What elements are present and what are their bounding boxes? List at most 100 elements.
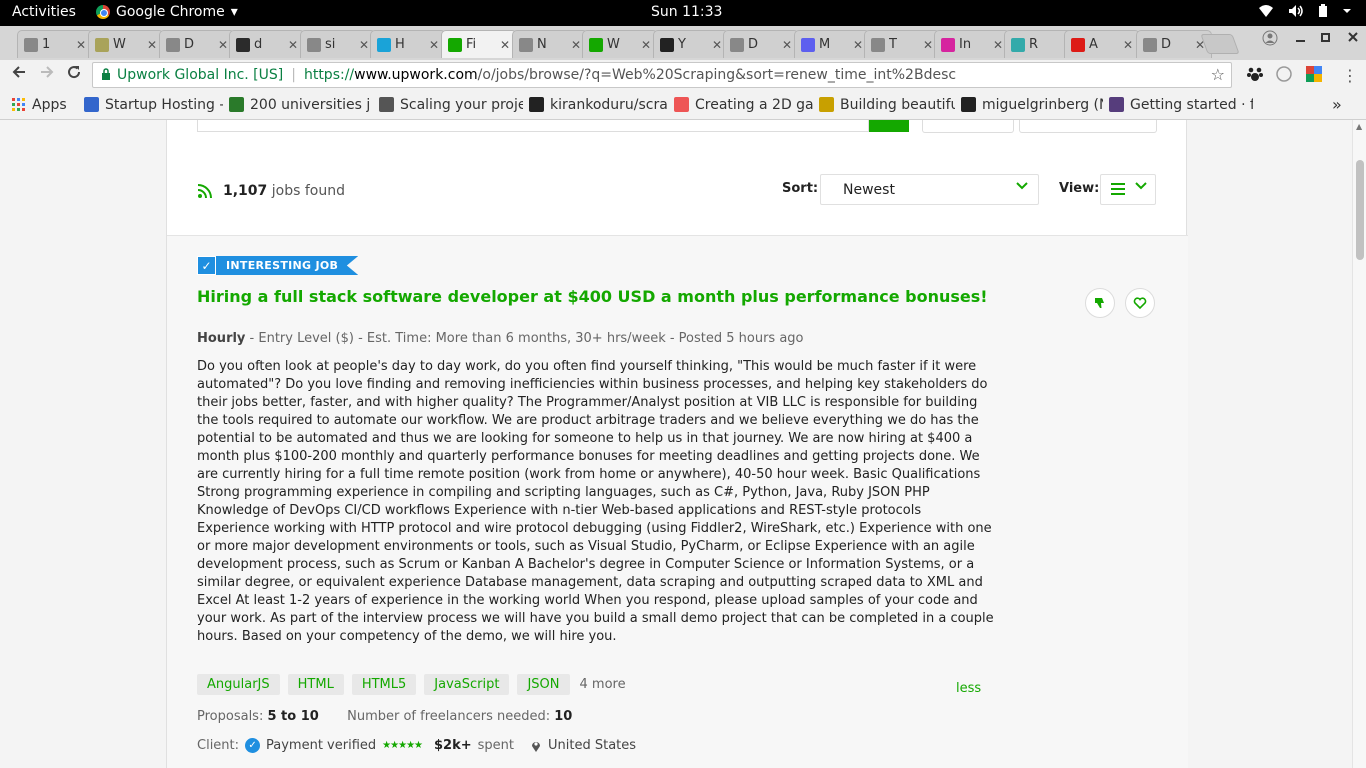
- browser-tab[interactable]: D ✕: [723, 30, 799, 58]
- jobs-found-label: jobs found: [271, 183, 345, 199]
- close-tab-icon[interactable]: ✕: [288, 38, 298, 52]
- job-meta-details: - Entry Level ($) - Est. Time: More than…: [245, 331, 804, 346]
- close-window-button[interactable]: [1347, 31, 1359, 47]
- bookmark-item[interactable]: Startup Hosting -: [78, 97, 223, 113]
- skill-tag[interactable]: JavaScript: [424, 674, 510, 695]
- sort-dropdown[interactable]: Newest: [820, 174, 1039, 205]
- secure-origin-label: Upwork Global Inc. [US]: [117, 67, 284, 83]
- close-tab-icon[interactable]: ✕: [218, 38, 228, 52]
- close-tab-icon[interactable]: ✕: [853, 38, 863, 52]
- skill-tag[interactable]: HTML: [287, 674, 344, 695]
- close-tab-icon[interactable]: ✕: [782, 38, 792, 52]
- chrome-menu-icon[interactable]: ⋮: [1342, 66, 1358, 85]
- close-tab-icon[interactable]: ✕: [429, 38, 439, 52]
- close-tab-icon[interactable]: ✕: [500, 38, 510, 52]
- skill-tag[interactable]: AngularJS: [197, 674, 280, 695]
- bookmark-label: Getting started · f: [1130, 96, 1253, 113]
- browser-tab[interactable]: T ✕: [864, 30, 940, 58]
- browser-tab[interactable]: 1 ✕: [17, 30, 93, 58]
- browser-tab[interactable]: N ✕: [512, 30, 588, 58]
- github-icon: [660, 37, 674, 52]
- browser-tab[interactable]: W ✕: [582, 30, 658, 58]
- bookmark-item[interactable]: Scaling your proje: [373, 97, 523, 113]
- thumbs-down-icon: [1095, 298, 1104, 308]
- tab-title: N: [537, 37, 547, 52]
- browser-tab[interactable]: H ✕: [370, 30, 446, 58]
- checkmark-icon: ✓: [197, 256, 216, 275]
- browser-tab[interactable]: W ✕: [88, 30, 164, 58]
- search-input[interactable]: [197, 120, 869, 132]
- page-scrollbar[interactable]: ▲: [1352, 120, 1366, 768]
- minimize-button[interactable]: [1296, 31, 1306, 47]
- page-icon: [871, 37, 885, 52]
- forward-button[interactable]: [36, 64, 58, 86]
- tab-title: D: [184, 37, 195, 52]
- view-toggle-button[interactable]: [1100, 174, 1156, 205]
- activities-button[interactable]: Activities: [12, 4, 76, 20]
- apps-icon: [12, 97, 26, 112]
- close-tab-icon[interactable]: ✕: [1123, 38, 1133, 52]
- square-icon: [229, 97, 244, 112]
- filter-button[interactable]: [922, 120, 1014, 133]
- bookmark-item[interactable]: kirankoduru/scrap: [523, 97, 668, 113]
- more-bookmarks-icon[interactable]: »: [1332, 95, 1342, 114]
- system-tray[interactable]: [1258, 4, 1352, 18]
- browser-tab[interactable]: M ✕: [794, 30, 870, 58]
- more-skills-link[interactable]: 4 more: [580, 677, 626, 692]
- dislike-button[interactable]: [1085, 288, 1115, 318]
- google-extension-icon[interactable]: [1305, 65, 1323, 83]
- close-tab-icon[interactable]: ✕: [571, 38, 581, 52]
- back-button[interactable]: [8, 64, 30, 86]
- close-tab-icon[interactable]: ✕: [147, 38, 157, 52]
- scroll-up-arrow-icon[interactable]: ▲: [1356, 122, 1362, 131]
- new-tab-button[interactable]: [1200, 34, 1240, 54]
- app-menu[interactable]: Google Chrome ▾: [96, 4, 238, 20]
- skills-list: AngularJS HTML HTML5 JavaScript JSON 4 more: [197, 674, 626, 695]
- close-tab-icon[interactable]: ✕: [923, 38, 933, 52]
- saved-search-button[interactable]: [1019, 120, 1157, 133]
- maximize-button[interactable]: [1321, 31, 1331, 47]
- profile-icon[interactable]: [1262, 30, 1278, 50]
- person-icon: [819, 97, 834, 112]
- bookmark-item[interactable]: Building beautiful: [813, 97, 955, 113]
- browser-tab[interactable]: D ✕: [159, 30, 235, 58]
- bookmark-item[interactable]: 200 universities j: [223, 97, 373, 113]
- bookmark-item[interactable]: Getting started · f: [1103, 97, 1253, 113]
- browser-tab[interactable]: Fi ✕: [441, 30, 517, 58]
- browser-tab[interactable]: si ✕: [300, 30, 376, 58]
- bookmark-item[interactable]: Apps: [6, 97, 78, 113]
- close-tab-icon[interactable]: ✕: [76, 38, 86, 52]
- browser-tab[interactable]: A ✕: [1064, 30, 1140, 58]
- tab-title: D: [748, 37, 759, 52]
- browser-tab[interactable]: Y ✕: [653, 30, 729, 58]
- bookmark-star-icon[interactable]: ☆: [1211, 65, 1225, 84]
- close-tab-icon[interactable]: ✕: [641, 38, 651, 52]
- extension-circle-icon[interactable]: [1275, 65, 1293, 83]
- skill-tag[interactable]: JSON: [517, 674, 570, 695]
- scrollbar-thumb[interactable]: [1356, 160, 1364, 260]
- search-button[interactable]: [869, 120, 909, 132]
- bookmark-item[interactable]: miguelgrinberg (N: [955, 97, 1103, 113]
- github-icon: [961, 97, 976, 112]
- job-title-link[interactable]: Hiring a full stack software developer a…: [197, 287, 988, 306]
- paw-extension-icon[interactable]: [1246, 65, 1264, 83]
- close-tab-icon[interactable]: ✕: [993, 38, 1003, 52]
- url-path: /o/jobs/browse/?q=Web%20Scraping&sort=re…: [477, 67, 957, 83]
- skill-tag[interactable]: HTML5: [351, 674, 417, 695]
- bookmark-item[interactable]: Creating a 2D gar: [668, 97, 813, 113]
- proposals-value: 5 to 10: [267, 709, 319, 724]
- tab-title: Fi: [466, 37, 477, 52]
- close-tab-icon[interactable]: ✕: [359, 38, 369, 52]
- browser-tab[interactable]: d ✕: [229, 30, 305, 58]
- close-tab-icon[interactable]: ✕: [712, 38, 722, 52]
- tree-icon: [95, 37, 109, 52]
- job-card[interactable]: ✓ INTERESTING JOB Hiring a full stack so…: [167, 236, 1188, 768]
- clock[interactable]: Sun 11:33: [651, 4, 722, 20]
- client-spent-amount: $2k+: [434, 738, 472, 753]
- rss-icon[interactable]: [197, 183, 213, 199]
- address-bar[interactable]: Upwork Global Inc. [US] | https://www.up…: [92, 62, 1232, 88]
- save-job-button[interactable]: [1125, 288, 1155, 318]
- reload-button[interactable]: [63, 64, 85, 86]
- show-less-link[interactable]: less: [956, 681, 981, 696]
- browser-tab[interactable]: In ✕: [934, 30, 1010, 58]
